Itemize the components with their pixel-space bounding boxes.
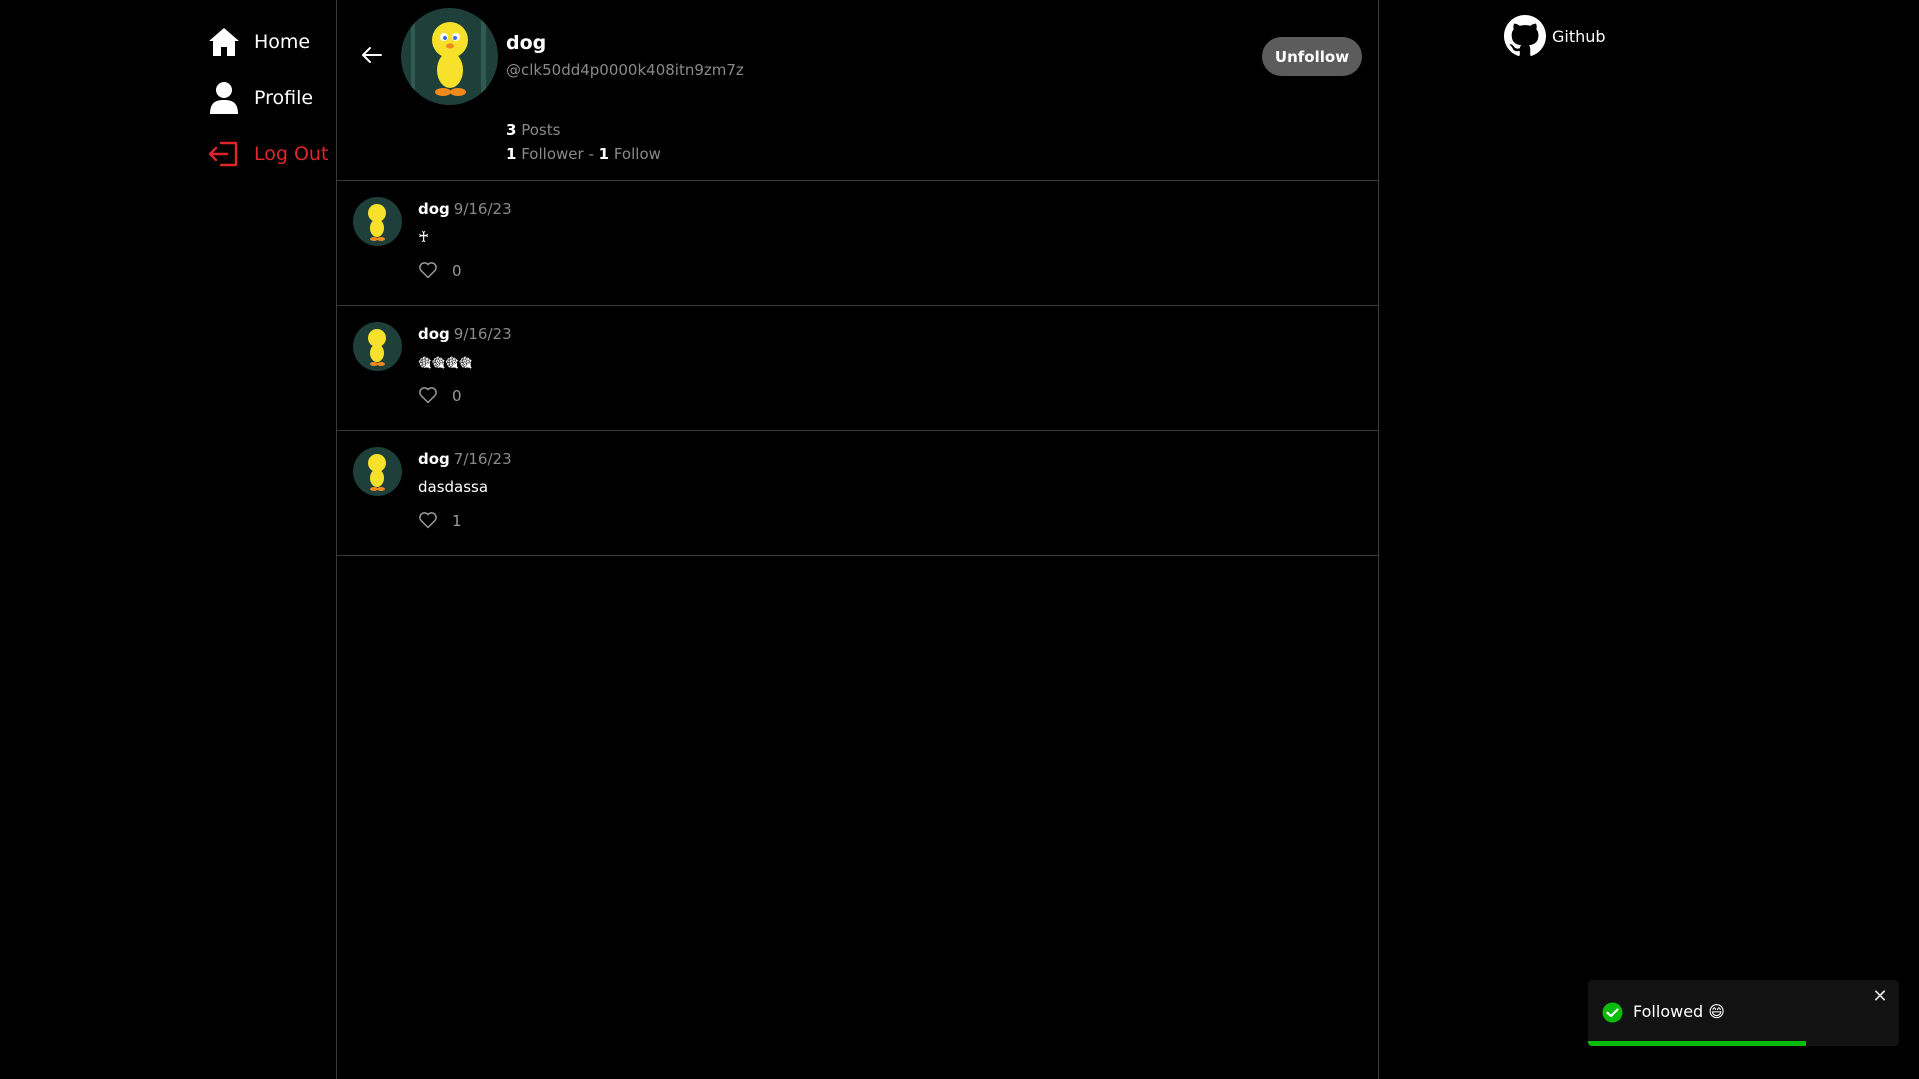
toast-notification[interactable]: Followed 😄 ✕ (1588, 980, 1899, 1046)
profile-handle: @clk50dd4p0000k408itn9zm7z (506, 61, 744, 79)
profile-stats: 3 Posts 1 Follower - 1 Follow (506, 118, 661, 166)
github-icon (1504, 15, 1546, 57)
posts-count: 3 (506, 121, 517, 139)
profile-main: dog @clk50dd4p0000k408itn9zm7z 3 Posts 1… (336, 0, 1379, 1079)
toast-progress-bar (1588, 1041, 1806, 1046)
post-item[interactable]: dog 9/16/23 ♰ 0 (337, 181, 1378, 306)
like-count: 0 (452, 262, 462, 280)
post-author[interactable]: dog (418, 200, 450, 218)
post-date: 7/16/23 (453, 450, 512, 468)
check-circle-icon (1602, 1002, 1623, 1023)
profile-avatar (401, 8, 498, 105)
post-list: dog 9/16/23 ♰ 0 dog 9/16/23 🎕🎕🎕🎕 0 dog 7… (337, 181, 1378, 556)
post-avatar[interactable] (353, 447, 402, 496)
posts-label: Posts (521, 121, 561, 139)
sidebar-item-label: Log Out (254, 143, 329, 165)
post-body: dasdassa (418, 478, 489, 496)
heart-icon (418, 510, 440, 532)
unfollow-button[interactable]: Unfollow (1262, 37, 1362, 76)
back-arrow-icon[interactable] (359, 42, 385, 68)
sidebar-item-profile[interactable]: Profile (206, 76, 336, 120)
post-item[interactable]: dog 9/16/23 🎕🎕🎕🎕 0 (337, 306, 1378, 431)
follow-stats: 1 Follower - 1 Follow (506, 142, 661, 166)
post-date: 9/16/23 (453, 200, 512, 218)
post-body: 🎕🎕🎕🎕 (418, 354, 473, 372)
like-button[interactable]: 0 (418, 385, 462, 407)
profile-header: dog @clk50dd4p0000k408itn9zm7z 3 Posts 1… (337, 0, 1378, 181)
post-meta: dog 9/16/23 (418, 325, 512, 343)
heart-icon (418, 385, 440, 407)
post-avatar[interactable] (353, 197, 402, 246)
post-author[interactable]: dog (418, 450, 450, 468)
post-body: ♰ (418, 228, 430, 246)
stats-separator: - (583, 145, 599, 163)
post-meta: dog 9/16/23 (418, 200, 512, 218)
user-icon (206, 80, 242, 116)
app: Home Profile Log Out dog @clk50dd4p0000k… (0, 0, 1919, 1079)
posts-stat: 3 Posts (506, 118, 661, 142)
toast-message: Followed 😄 (1633, 1002, 1725, 1021)
post-date: 9/16/23 (453, 325, 512, 343)
sidebar-item-logout[interactable]: Log Out (206, 132, 336, 176)
sidebar-nav: Home Profile Log Out (206, 20, 336, 188)
heart-icon (418, 260, 440, 282)
post-avatar[interactable] (353, 322, 402, 371)
followers-label: Follower (521, 145, 584, 163)
followers-count: 1 (506, 145, 517, 163)
github-label: Github (1552, 26, 1606, 46)
close-icon[interactable]: ✕ (1871, 986, 1889, 1007)
sidebar-item-label: Profile (254, 87, 314, 109)
logout-icon (206, 136, 242, 172)
home-icon (206, 24, 242, 60)
follows-label: Follow (613, 145, 661, 163)
profile-name: dog (506, 32, 547, 54)
like-button[interactable]: 0 (418, 260, 462, 282)
like-button[interactable]: 1 (418, 510, 462, 532)
github-link[interactable]: Github (1504, 15, 1606, 57)
post-item[interactable]: dog 7/16/23 dasdassa 1 (337, 431, 1378, 556)
follows-count: 1 (598, 145, 610, 163)
sidebar-item-label: Home (254, 31, 311, 53)
post-author[interactable]: dog (418, 325, 450, 343)
sidebar-item-home[interactable]: Home (206, 20, 336, 64)
like-count: 1 (452, 512, 462, 530)
like-count: 0 (452, 387, 462, 405)
post-meta: dog 7/16/23 (418, 450, 512, 468)
